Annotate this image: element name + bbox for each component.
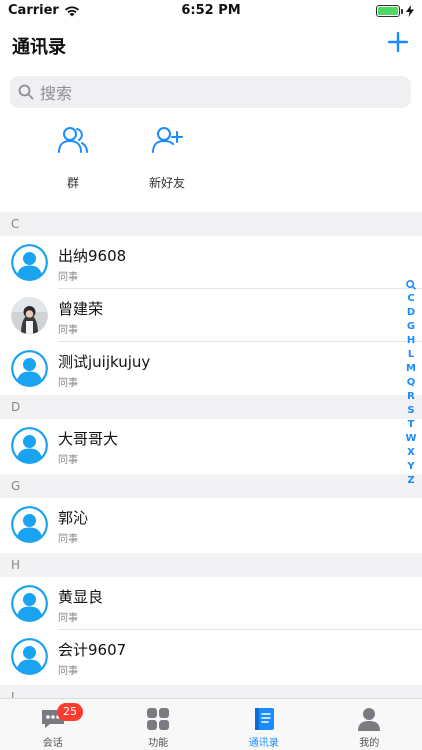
new-friend-label: 新好友 [148, 176, 185, 190]
contact-role: 同事 [58, 613, 78, 624]
tab-functions[interactable]: 功能 [106, 699, 212, 750]
tab-label: 会话 [42, 738, 63, 749]
section-header-h: H [0, 553, 422, 577]
new-friend-button[interactable]: 新好友 [127, 124, 207, 191]
avatar [11, 638, 48, 675]
group-label: 群 [66, 176, 79, 190]
contact-name: 大哥哥大 [58, 430, 119, 448]
status-time: 6:52 PM [181, 3, 241, 18]
avatar [11, 506, 48, 543]
search-input[interactable]: 搜索 [10, 76, 411, 108]
contact-role: 同事 [58, 455, 78, 466]
tab-chats[interactable]: 会话 25 [0, 699, 106, 750]
add-friend-icon [152, 127, 183, 153]
contact-name: 黄显良 [58, 588, 104, 606]
contact-row[interactable]: 出纳9608 同事 [0, 236, 422, 289]
section-header-c: C [0, 212, 422, 236]
contact-role: 同事 [58, 378, 78, 389]
contact-row[interactable]: 曾建荣 同事 [0, 289, 422, 342]
contact-row[interactable]: 郭沁 同事 [0, 498, 422, 553]
battery-icon [376, 5, 414, 17]
contact-name: 出纳9608 [58, 247, 127, 265]
index-letter[interactable]: M [406, 362, 416, 376]
contact-row[interactable]: 大哥哥大 同事 [0, 419, 422, 474]
index-letter[interactable]: T [408, 418, 415, 432]
tab-label: 功能 [148, 738, 169, 749]
index-letter[interactable]: D [407, 306, 415, 320]
section-header-d: D [0, 395, 422, 419]
index-letter[interactable]: R [407, 390, 415, 404]
index-search-icon[interactable] [406, 278, 416, 292]
contact-role: 同事 [58, 325, 78, 336]
add-contact-button[interactable] [386, 30, 410, 54]
section-header-g: G [0, 474, 422, 498]
avatar [11, 585, 48, 622]
contact-row[interactable]: 会计9607 同事 [0, 630, 422, 685]
alphabet-index[interactable]: C D G H L M Q R S T W X Y Z [402, 278, 420, 488]
index-letter[interactable]: W [405, 432, 416, 446]
group-button[interactable]: 群 [33, 124, 113, 191]
contact-name: 会计9607 [58, 641, 127, 659]
tab-profile[interactable]: 我的 [317, 699, 422, 750]
status-bar: Carrier 6:52 PM [0, 0, 422, 22]
charging-icon [406, 5, 414, 17]
avatar-photo [11, 297, 48, 334]
index-letter[interactable]: Q [407, 376, 416, 390]
address-book-icon [254, 708, 274, 730]
index-letter[interactable]: G [407, 320, 415, 334]
index-letter[interactable]: H [407, 334, 415, 348]
avatar [11, 244, 48, 281]
tab-label: 我的 [359, 738, 380, 749]
contact-list[interactable]: C 出纳9608 同事 曾建荣 同事 测试juijkujuy 同事 D 大哥哥大… [0, 212, 422, 698]
index-letter[interactable]: Z [407, 474, 414, 488]
contact-role: 同事 [58, 272, 78, 283]
contact-name: 郭沁 [58, 509, 89, 527]
avatar [11, 427, 48, 464]
group-icon [58, 127, 88, 153]
tab-label: 通讯录 [248, 738, 279, 749]
grid-icon [147, 708, 170, 730]
person-icon [358, 708, 381, 731]
contact-role: 同事 [58, 666, 78, 677]
contact-name: 测试juijkujuy [58, 353, 151, 371]
contact-row[interactable]: 黄显良 同事 [0, 577, 422, 630]
contact-role: 同事 [58, 534, 78, 545]
page-title: 通讯录 [12, 37, 66, 58]
search-icon [18, 84, 34, 100]
index-letter[interactable]: S [407, 404, 414, 418]
contact-name: 曾建荣 [58, 300, 104, 318]
avatar [11, 350, 48, 387]
tab-bar: 会话 25 功能 通讯录 我的 [0, 698, 422, 750]
index-letter[interactable]: X [407, 446, 415, 460]
index-letter[interactable]: Y [407, 460, 414, 474]
section-header-j: J [0, 685, 422, 698]
index-letter[interactable]: L [408, 348, 414, 362]
search-placeholder: 搜索 [40, 84, 73, 103]
contact-row[interactable]: 测试juijkujuy 同事 [0, 342, 422, 395]
index-letter[interactable]: C [407, 292, 414, 306]
unread-badge: 25 [57, 703, 83, 721]
tab-contacts[interactable]: 通讯录 [211, 699, 317, 750]
